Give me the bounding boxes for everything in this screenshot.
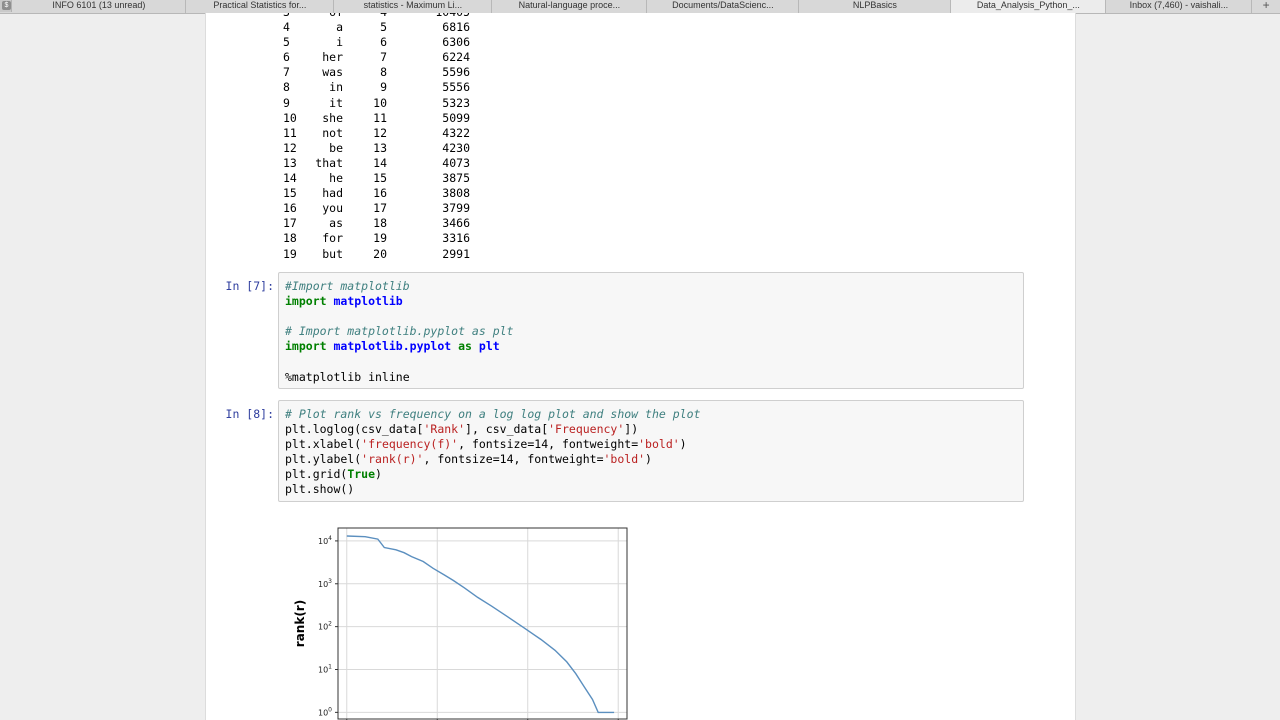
y-tick-label: 102 bbox=[318, 621, 332, 632]
table-cell-freq: 3808 bbox=[442, 186, 470, 201]
code-text: plt.show() bbox=[285, 482, 355, 497]
y-axis-label: rank(r) bbox=[293, 600, 307, 647]
tab-2[interactable]: statistics - Maximum Li... bbox=[334, 0, 493, 13]
table-cell-freq: 5556 bbox=[442, 80, 470, 95]
code-text: , fontsize=14, fontweight= bbox=[458, 437, 639, 452]
table-cell-freq: 3875 bbox=[442, 171, 470, 186]
code-comment: # Import matplotlib.pyplot as plt bbox=[285, 324, 514, 339]
y-tick-base: 10 bbox=[318, 580, 328, 589]
table-cell-freq: 4230 bbox=[442, 140, 470, 155]
y-tick-base: 10 bbox=[318, 708, 328, 717]
y-tick-base: 10 bbox=[318, 537, 328, 546]
notebook-page: 3of4104054a568165i663066her762247was8559… bbox=[205, 13, 1076, 720]
code-string: 'rank(r)' bbox=[361, 452, 424, 467]
plot-area bbox=[338, 528, 627, 719]
code-text: plt.loglog(csv_data[ bbox=[285, 422, 424, 437]
tab-3[interactable]: Natural-language proce... bbox=[492, 0, 648, 13]
y-tick-label: 104 bbox=[318, 535, 332, 546]
table-cell-freq: 3466 bbox=[442, 216, 470, 231]
y-tick-base: 10 bbox=[318, 623, 328, 632]
loglog-plot: 100101102103104rank(r) bbox=[293, 527, 628, 720]
y-tick-exponent: 0 bbox=[328, 706, 332, 713]
y-tick-label: 100 bbox=[318, 706, 332, 717]
code-text: plt.xlabel( bbox=[285, 437, 362, 452]
y-tick-label: 103 bbox=[318, 578, 332, 589]
cell8-prompt: In [8]: bbox=[225, 407, 274, 421]
code-text: plt.grid( bbox=[285, 467, 348, 482]
table-cell-freq: 4322 bbox=[442, 125, 470, 140]
table-cell-freq: 6224 bbox=[442, 50, 470, 65]
table-cell-freq: 3799 bbox=[442, 201, 470, 216]
code-cell-7[interactable]: #Import matplotlib import matplotlib # I… bbox=[278, 272, 1024, 389]
table-cell-freq: 10405 bbox=[283, 13, 470, 20]
y-tick-exponent: 3 bbox=[328, 578, 332, 585]
dollar-icon: $ bbox=[2, 1, 11, 10]
new-tab-button[interactable]: + bbox=[1252, 0, 1280, 13]
tab-0[interactable]: INFO 6101 (13 unread) bbox=[12, 0, 187, 13]
code-text: ], csv_data[ bbox=[465, 422, 549, 437]
code-text: plt.ylabel( bbox=[285, 452, 362, 467]
table-cell-freq: 5323 bbox=[442, 95, 470, 110]
table-cell-freq: 6816 bbox=[442, 20, 470, 35]
code-module: matplotlib bbox=[333, 294, 403, 309]
code-cell-8[interactable]: # Plot rank vs frequency on a log log pl… bbox=[278, 400, 1024, 502]
table-cell-freq: 3316 bbox=[442, 231, 470, 246]
code-keyword: import bbox=[285, 294, 327, 309]
code-string: 'bold' bbox=[638, 437, 680, 452]
table-cell-freq: 2991 bbox=[442, 246, 470, 261]
code-text: ) bbox=[645, 452, 652, 467]
y-tick-exponent: 1 bbox=[328, 663, 332, 670]
code-string: 'frequency(f)' bbox=[361, 437, 459, 452]
code-string: 'bold' bbox=[603, 452, 646, 467]
code-keyword: True bbox=[347, 467, 376, 482]
table-cell-freq: 6306 bbox=[442, 35, 470, 50]
table-cell-freq: 5596 bbox=[442, 65, 470, 80]
code-module: plt bbox=[478, 339, 500, 354]
code-comment: #Import matplotlib bbox=[285, 279, 410, 293]
code-comment: # Plot rank vs frequency on a log log pl… bbox=[285, 407, 701, 421]
y-tick-base: 10 bbox=[318, 665, 328, 674]
y-tick-exponent: 2 bbox=[328, 621, 332, 628]
tab-7[interactable]: Inbox (7,460) - vaishali... bbox=[1106, 0, 1253, 13]
y-tick-exponent: 4 bbox=[328, 535, 332, 542]
browser-tab-bar: $ INFO 6101 (13 unread) Practical Statis… bbox=[0, 0, 1280, 14]
code-text: ) bbox=[679, 437, 687, 452]
code-text: ]) bbox=[624, 422, 639, 437]
code-module: matplotlib.pyplot bbox=[333, 339, 452, 354]
y-tick-label: 101 bbox=[318, 663, 332, 674]
table-cell-freq: 4073 bbox=[442, 155, 470, 170]
code-keyword: import bbox=[285, 339, 327, 354]
code-string: 'Frequency' bbox=[548, 422, 625, 437]
tab-1[interactable]: Practical Statistics for... bbox=[186, 0, 335, 13]
code-text: ) bbox=[375, 467, 382, 482]
tab-6[interactable]: Data_Analysis_Python_... bbox=[951, 0, 1107, 13]
code-magic: %matplotlib inline bbox=[285, 369, 410, 384]
code-string: 'Rank' bbox=[423, 422, 466, 437]
tab-5[interactable]: NLPBasics bbox=[799, 0, 952, 13]
tab-4[interactable]: Documents/DataScienc... bbox=[647, 0, 800, 13]
cell7-prompt: In [7]: bbox=[225, 279, 274, 293]
table-cell-freq: 5099 bbox=[442, 110, 470, 125]
code-keyword: as bbox=[458, 339, 472, 354]
code-text: , fontsize=14, fontweight= bbox=[423, 452, 604, 467]
pinned-tab[interactable]: $ bbox=[0, 0, 13, 12]
